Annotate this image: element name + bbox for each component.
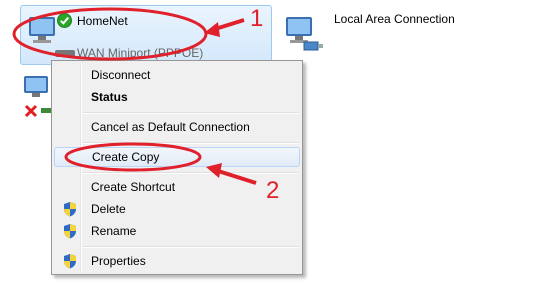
annotation-arrow-2 [214,168,257,185]
annotation-overlay [12,7,257,185]
annotation-step-2: 2 [266,177,280,204]
annotation-ellipse-homenet [12,7,208,61]
annotation-step-1: 1 [250,5,264,32]
annotation-ellipse-create-copy [64,142,202,172]
annotation-arrowhead-2 [206,163,222,178]
